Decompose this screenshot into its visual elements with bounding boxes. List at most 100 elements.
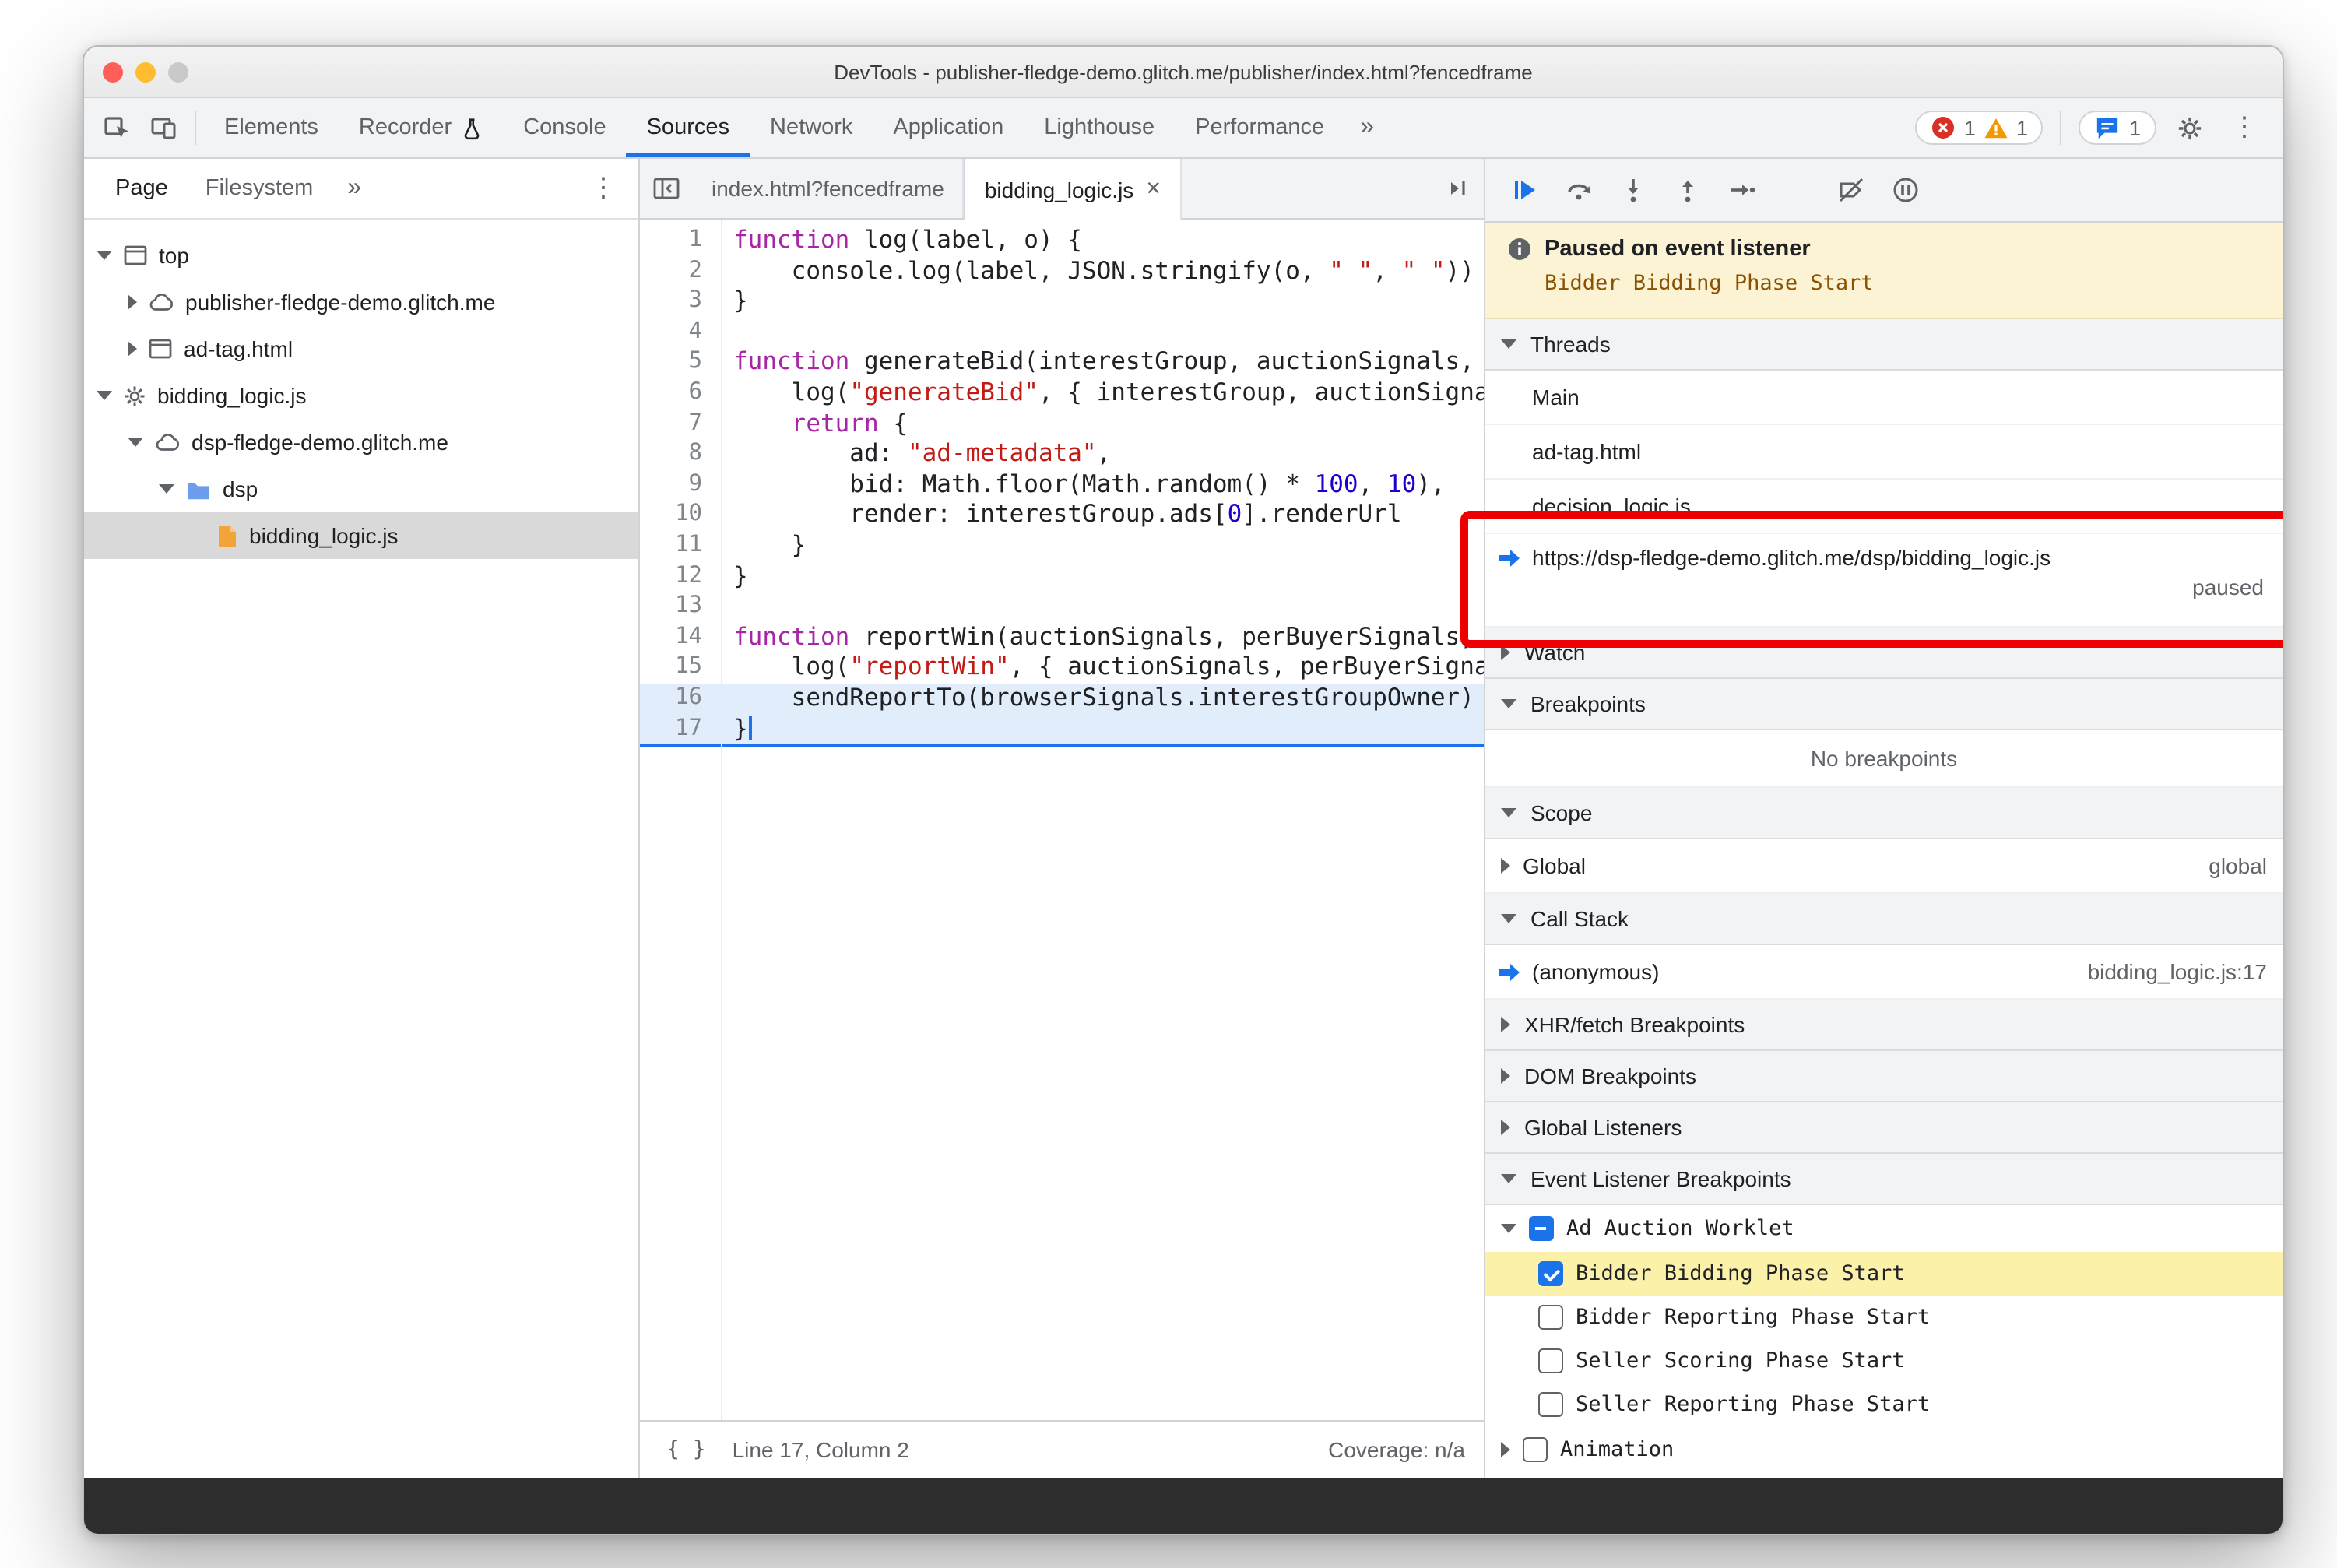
tab-elements[interactable]: Elements [204, 98, 339, 157]
tab-performance[interactable]: Performance [1175, 98, 1344, 157]
gutter-line-number[interactable]: 6 [640, 378, 721, 409]
resume-script-icon[interactable] [1504, 170, 1545, 210]
step-over-icon[interactable] [1559, 170, 1599, 210]
gutter-line-number[interactable]: 13 [640, 592, 721, 622]
tab-console[interactable]: Console [503, 98, 626, 157]
checkbox-seller-reporting-phase-start[interactable] [1538, 1392, 1563, 1417]
tab-network[interactable]: Network [750, 98, 873, 157]
code-editor[interactable]: 1 function log(label, o) {2 console.log(l… [640, 220, 1484, 1420]
elb-item-seller-reporting-phase-start[interactable]: Seller Reporting Phase Start [1485, 1383, 2283, 1426]
more-panels-icon[interactable]: » [1344, 114, 1390, 142]
tree-item-ad-tag-html[interactable]: ad-tag.html [84, 325, 638, 372]
gutter-line-number[interactable]: 12 [640, 561, 721, 592]
section-scope[interactable]: Scope [1485, 788, 2283, 839]
gutter-line-number[interactable]: 3 [640, 287, 721, 317]
checkbox-bidder-reporting-phase-start[interactable] [1538, 1305, 1563, 1330]
threads-list: Main ad-tag.html decision_logic.js https://… [1485, 371, 2283, 628]
section-breakpoints[interactable]: Breakpoints [1485, 679, 2283, 730]
editor-tab-index-html-fencedframe[interactable]: index.html?fencedframe [693, 159, 965, 218]
disclosure-right-icon[interactable] [128, 341, 137, 357]
step-icon[interactable] [1722, 170, 1762, 210]
tree-item-publisher-fledge-demo-glitch-me[interactable]: publisher-fledge-demo.glitch.me [84, 279, 638, 325]
elb-item-bidder-bidding-phase-start[interactable]: Bidder Bidding Phase Start [1485, 1252, 2283, 1296]
disclosure-down-icon[interactable] [1501, 1224, 1516, 1233]
disclosure-down-icon[interactable] [159, 484, 174, 494]
issues-badge[interactable]: 1 [2079, 111, 2156, 145]
pretty-print-icon[interactable]: { } [659, 1433, 714, 1467]
disclosure-down-icon[interactable] [97, 251, 112, 260]
disclosure-right-icon[interactable] [1501, 1442, 1510, 1457]
pause-on-exceptions-icon[interactable] [1885, 170, 1926, 210]
checkbox-ad-auction-worklet[interactable] [1529, 1216, 1554, 1241]
checkbox-animation[interactable] [1523, 1437, 1548, 1462]
call-stack-frame[interactable]: (anonymous) bidding_logic.js:17 [1485, 945, 2283, 1000]
step-into-icon[interactable] [1613, 170, 1653, 210]
gutter-line-number[interactable]: 8 [640, 439, 721, 469]
editor-overflow-icon[interactable] [1431, 159, 1484, 218]
gutter-line-number[interactable]: 11 [640, 531, 721, 561]
navigator-menu-icon[interactable]: ⋮ [581, 173, 626, 204]
gutter-line-number[interactable]: 9 [640, 470, 721, 501]
tree-item-bidding-logic-js[interactable]: bidding_logic.js [84, 512, 638, 559]
gutter-line-number[interactable]: 17 [640, 714, 721, 744]
hide-navigator-icon[interactable] [640, 159, 693, 218]
section-event-listener-breakpoints[interactable]: Event Listener Breakpoints [1485, 1154, 2283, 1205]
deactivate-breakpoints-icon[interactable] [1831, 170, 1871, 210]
minimize-button[interactable] [135, 62, 156, 82]
main-menu-icon[interactable]: ⋮ [2222, 112, 2267, 143]
section-global-listeners[interactable]: Global Listeners [1485, 1102, 2283, 1154]
tree-item-dsp-fledge-demo-glitch-me[interactable]: dsp-fledge-demo.glitch.me [84, 419, 638, 466]
tree-item-top[interactable]: top [84, 232, 638, 279]
section-xhr-breakpoints[interactable]: XHR/fetch Breakpoints [1485, 1000, 2283, 1051]
gutter-line-number[interactable]: 14 [640, 622, 721, 652]
gutter-line-number[interactable]: 15 [640, 653, 721, 684]
tab-lighthouse[interactable]: Lighthouse [1024, 98, 1175, 157]
zoom-button[interactable] [168, 62, 188, 82]
section-call-stack[interactable]: Call Stack [1485, 894, 2283, 945]
section-threads[interactable]: Threads [1485, 319, 2283, 371]
close-button[interactable] [103, 62, 123, 82]
thread-row[interactable]: decision_logic.js [1485, 480, 2283, 534]
disclosure-down-icon[interactable] [128, 438, 143, 447]
elb-group-ad-auction-worklet[interactable]: Ad Auction Worklet [1485, 1205, 2283, 1252]
tree-item-dsp[interactable]: dsp [84, 466, 638, 512]
close-tab-icon[interactable]: × [1146, 175, 1161, 203]
gutter-line-number[interactable]: 16 [640, 684, 721, 714]
section-dom-breakpoints[interactable]: DOM Breakpoints [1485, 1051, 2283, 1102]
gutter-line-number[interactable]: 1 [640, 226, 721, 256]
console-counts[interactable]: 1 1 [1915, 111, 2044, 145]
step-out-icon[interactable] [1668, 170, 1708, 210]
gutter-line-number[interactable]: 10 [640, 501, 721, 531]
more-navigator-tabs-icon[interactable]: » [332, 174, 377, 202]
tab-application[interactable]: Application [873, 98, 1024, 157]
editor-tab-bidding-logic-js[interactable]: bidding_logic.js × [964, 159, 1181, 220]
scope-global-row[interactable]: Global global [1485, 839, 2283, 894]
inspect-element-icon[interactable] [93, 104, 140, 151]
elb-item-bidder-reporting-phase-start[interactable]: Bidder Reporting Phase Start [1485, 1296, 2283, 1339]
settings-gear-icon[interactable] [2166, 104, 2212, 151]
tab-page[interactable]: Page [97, 176, 187, 201]
thread-url: https://dsp-fledge-demo.glitch.me/dsp/bi… [1532, 545, 2051, 570]
gutter-line-number[interactable]: 4 [640, 318, 721, 348]
checkbox-seller-scoring-phase-start[interactable] [1538, 1348, 1563, 1373]
elb-item-seller-scoring-phase-start[interactable]: Seller Scoring Phase Start [1485, 1339, 2283, 1383]
elb-group-canvas[interactable]: Canvas [1485, 1473, 2283, 1478]
disclosure-down-icon[interactable] [97, 391, 112, 400]
thread-row[interactable]: ad-tag.html [1485, 425, 2283, 480]
thread-row-paused[interactable]: https://dsp-fledge-demo.glitch.me/dsp/bi… [1485, 534, 2283, 628]
tab-recorder[interactable]: Recorder [339, 98, 503, 157]
gutter-line-number[interactable]: 5 [640, 348, 721, 378]
gutter-line-number[interactable]: 7 [640, 409, 721, 439]
elb-group-animation[interactable]: Animation [1485, 1426, 2283, 1473]
thread-row[interactable]: Main [1485, 371, 2283, 425]
info-icon [1507, 237, 1532, 262]
gutter-line-number[interactable]: 2 [640, 256, 721, 287]
tab-filesystem[interactable]: Filesystem [187, 176, 332, 201]
text-cursor [749, 715, 752, 739]
device-toolbar-icon[interactable] [140, 104, 187, 151]
tab-sources[interactable]: Sources [627, 98, 750, 157]
checkbox-bidder-bidding-phase-start[interactable] [1538, 1261, 1563, 1286]
tree-item-bidding-logic-js[interactable]: bidding_logic.js [84, 372, 638, 419]
disclosure-right-icon[interactable] [128, 294, 137, 310]
section-watch[interactable]: Watch [1485, 628, 2283, 679]
